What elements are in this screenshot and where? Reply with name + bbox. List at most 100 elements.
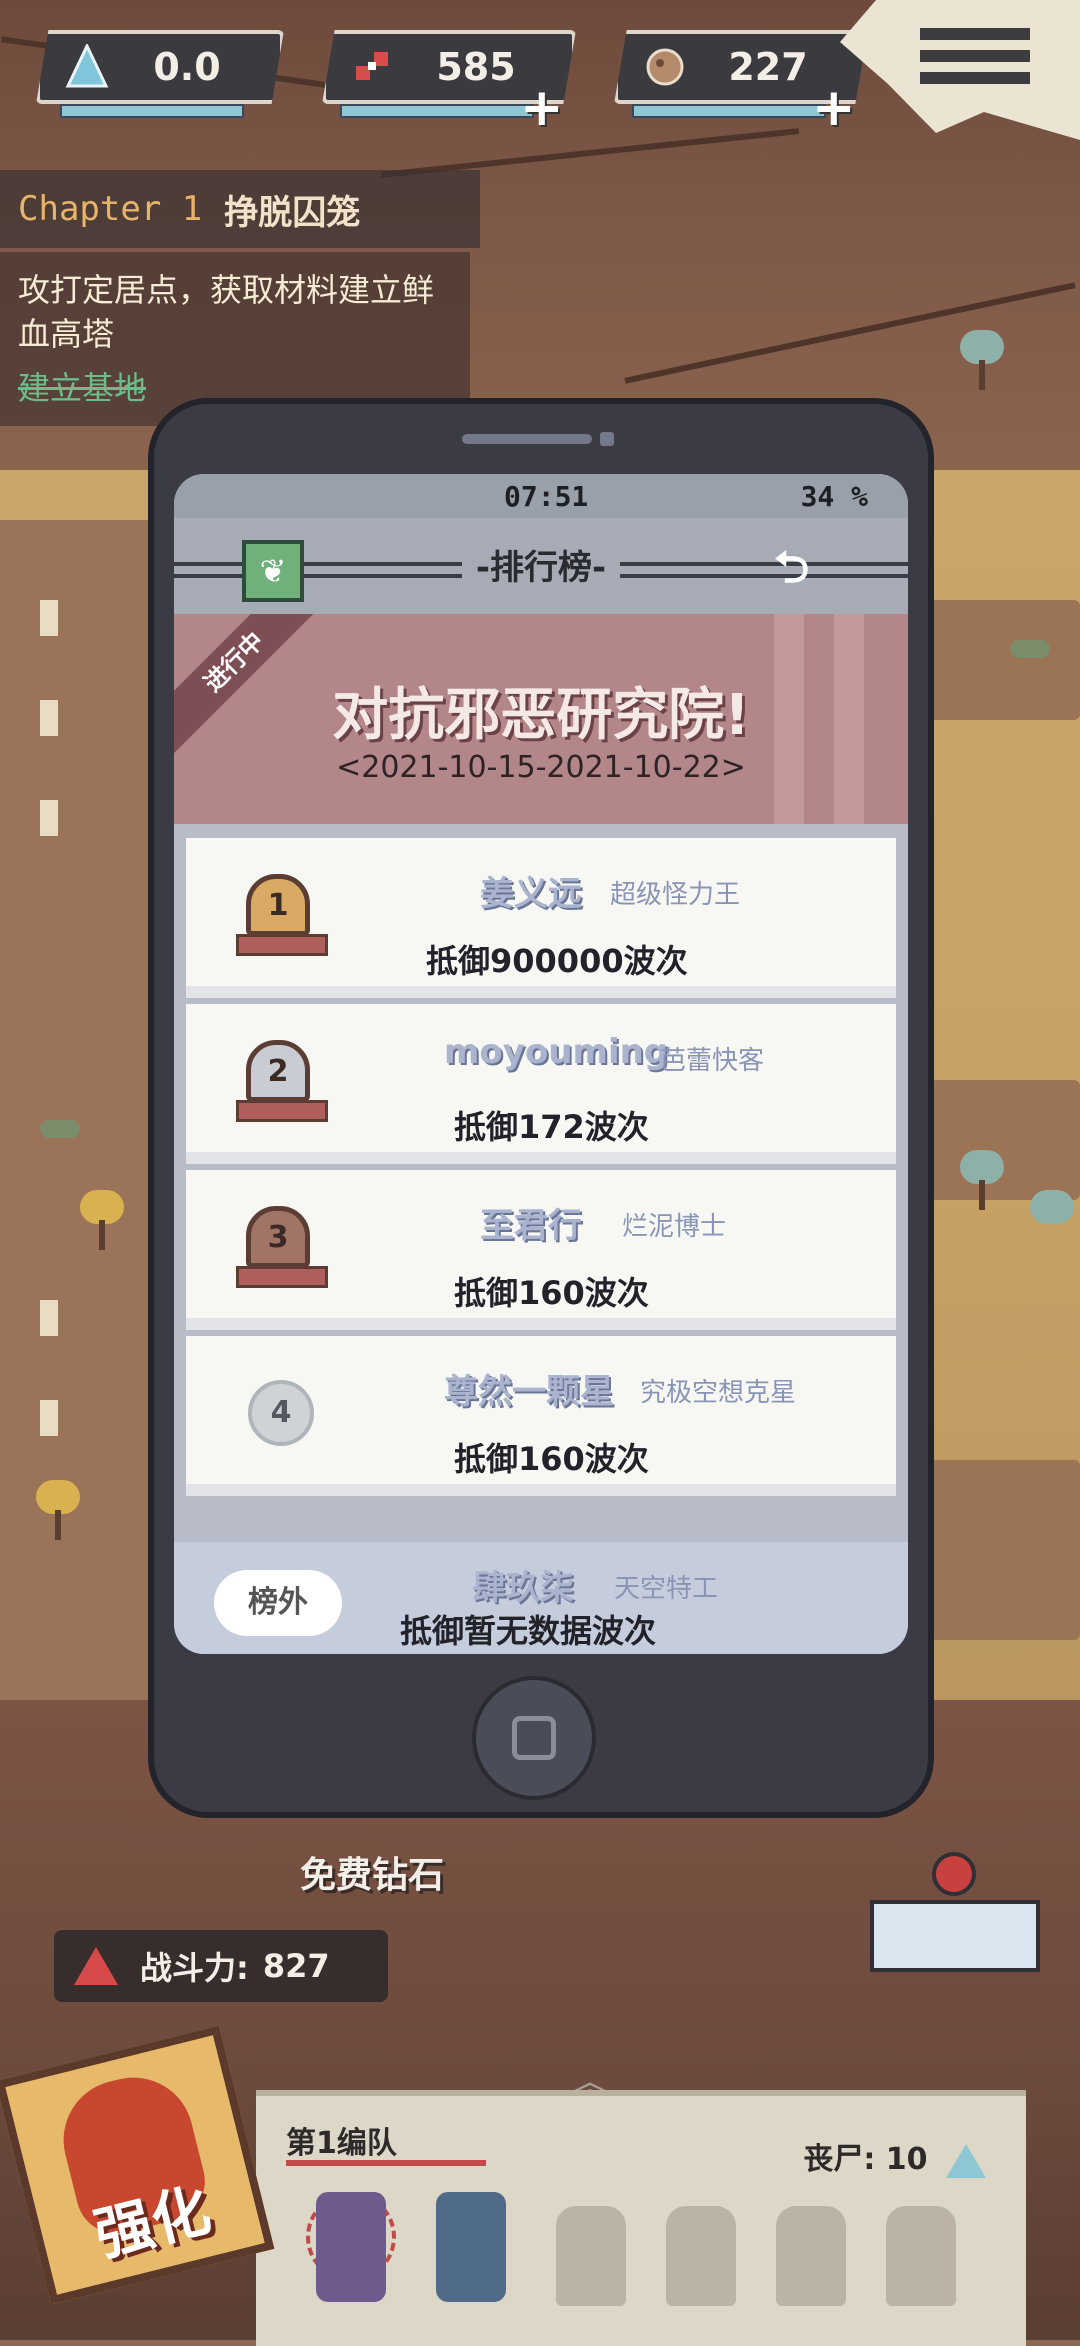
player-name: 尊然一颗星	[444, 1372, 614, 1412]
map-icon	[870, 1900, 1040, 1972]
player-name: 姜义远	[480, 874, 582, 914]
menu-line	[920, 50, 1030, 62]
empty-hero-slot[interactable]	[556, 2206, 626, 2306]
status-bar: 07:51 34 %	[174, 474, 908, 518]
player-name: 至君行	[480, 1206, 582, 1246]
road-marking	[40, 1400, 58, 1436]
status-battery: 34 %	[800, 480, 868, 513]
bush	[40, 1120, 80, 1138]
player-score: 抵御900000波次	[426, 942, 688, 980]
ore-icon	[646, 48, 684, 86]
rank-number: 1	[267, 887, 289, 923]
empty-hero-slot[interactable]	[776, 2206, 846, 2306]
tree	[36, 1480, 80, 1514]
empty-hero-slot[interactable]	[886, 2206, 956, 2306]
road-marking	[40, 1300, 58, 1336]
tree-trunk	[979, 1180, 985, 1210]
resource-crystal-value: 0.0	[153, 45, 221, 89]
leaderboard-navbar: ❦ -排行榜- ⮌	[174, 518, 908, 614]
self-ranking-row[interactable]: 榜外 肆玖柒 天空特工 抵御暂无数据波次	[174, 1542, 908, 1654]
event-banner: 进行中 对抗邪恶研究院! <2021-10-15-2021-10-22>	[174, 614, 908, 824]
medal-ribbon	[236, 934, 328, 956]
gold-medal-icon: 1	[246, 874, 310, 936]
ranking-row[interactable]: 1 姜义远 超级怪力王 抵御900000波次	[186, 838, 896, 998]
self-title: 天空特工	[614, 1574, 719, 1604]
power-value: 827	[262, 1947, 330, 1985]
crystal-icon	[946, 2143, 986, 2178]
phone-camera	[600, 432, 614, 446]
home-square-icon	[512, 1716, 556, 1760]
squad-underline	[286, 2160, 486, 2166]
empty-hero-slot[interactable]	[666, 2206, 736, 2306]
event-dates: <2021-10-15-2021-10-22>	[336, 750, 746, 785]
warning-icon	[74, 1947, 118, 1985]
resource-ore-bar	[632, 104, 826, 118]
self-score: 抵御暂无数据波次	[400, 1612, 657, 1650]
add-gene-button[interactable]: +	[520, 82, 564, 134]
tree-trunk	[55, 1510, 61, 1540]
gene-icon	[356, 52, 388, 80]
tree	[1030, 1190, 1074, 1224]
menu-line	[920, 28, 1030, 40]
combat-power-panel: 战斗力: 827	[54, 1930, 388, 2002]
self-name: 肆玖柒	[472, 1568, 574, 1608]
zombie-counter: 丧尸: 10	[803, 2134, 986, 2178]
menu-button[interactable]	[920, 18, 1030, 108]
chapter-name: 挣脱囚笼	[224, 192, 361, 233]
player-title: 烂泥博士	[622, 1212, 727, 1242]
hero-slot-1[interactable]	[316, 2192, 386, 2302]
chapter-label: Chapter 1	[18, 189, 203, 229]
add-ore-button[interactable]: +	[812, 82, 856, 134]
phone-device: 07:51 34 % ❦ -排行榜- ⮌ 进行中 对抗邪恶研究院! <2021-…	[148, 398, 934, 1818]
medal-ribbon	[236, 1100, 328, 1122]
status-time: 07:51	[504, 480, 589, 513]
road-marking	[40, 600, 58, 636]
zombie-count: 10	[885, 2142, 928, 2177]
tree-trunk	[99, 1220, 105, 1250]
ranking-row[interactable]: 2 moyouming 芭蕾快客 抵御172波次	[186, 1004, 896, 1164]
player-score: 抵御172波次	[454, 1108, 649, 1146]
world-map-button[interactable]	[870, 1852, 1040, 1972]
ranking-row[interactable]: 4 尊然一颗星 究极空想克星 抵御160波次	[186, 1336, 896, 1496]
back-arrow-icon[interactable]: ⮌	[774, 546, 848, 590]
crystal-icon	[65, 44, 109, 88]
phone-home-button[interactable]	[472, 1676, 596, 1800]
squad-panel[interactable]: 第1编队 丧尸: 10	[256, 2090, 1026, 2346]
squad-name[interactable]: 第1编队	[286, 2118, 397, 2162]
leaderboard-screen: 07:51 34 % ❦ -排行榜- ⮌ 进行中 对抗邪恶研究院! <2021-…	[174, 474, 908, 1654]
location-pin-icon	[932, 1852, 976, 1896]
bush	[1010, 640, 1050, 658]
player-score: 抵御160波次	[454, 1274, 649, 1312]
zombie-label: 丧尸:	[803, 2142, 876, 2177]
silver-medal-icon: 2	[246, 1040, 310, 1102]
rank-number: 2	[267, 1053, 289, 1089]
power-label: 战斗力:	[140, 1949, 249, 1987]
chapter-header[interactable]: Chapter 1 挣脱囚笼	[0, 170, 480, 248]
player-title: 超级怪力王	[610, 880, 741, 910]
dirt-patch	[930, 1080, 1080, 1200]
dirt-patch	[930, 1460, 1080, 1640]
resource-crystal[interactable]: 0.0	[36, 30, 284, 104]
road-marking	[40, 800, 58, 836]
free-diamond-button[interactable]: 免费钻石	[300, 1846, 444, 1898]
player-name: moyouming	[444, 1032, 669, 1072]
menu-line	[920, 72, 1030, 84]
ranking-row[interactable]: 3 至君行 烂泥博士 抵御160波次	[186, 1170, 896, 1330]
player-score: 抵御160波次	[454, 1440, 649, 1478]
phone-speaker	[462, 434, 592, 444]
hero-slot-2[interactable]	[436, 2192, 506, 2302]
resource-gene-bar	[340, 104, 534, 118]
medal-ribbon	[236, 1266, 328, 1288]
road-marking	[40, 700, 58, 736]
bronze-medal-icon: 3	[246, 1206, 310, 1268]
rank-number: 4	[270, 1395, 292, 1430]
tree	[960, 330, 1004, 364]
player-title: 芭蕾快客	[660, 1046, 765, 1076]
page-title-text: -排行榜-	[461, 548, 621, 588]
resource-crystal-bar	[60, 104, 244, 118]
event-title: 对抗邪恶研究院!	[332, 683, 750, 748]
rank-circle: 4	[248, 1380, 314, 1446]
off-list-badge: 榜外	[214, 1570, 342, 1636]
rank-number: 3	[267, 1219, 289, 1255]
ranking-list[interactable]: 1 姜义远 超级怪力王 抵御900000波次 2 moyouming 芭蕾快客 …	[174, 824, 908, 1542]
